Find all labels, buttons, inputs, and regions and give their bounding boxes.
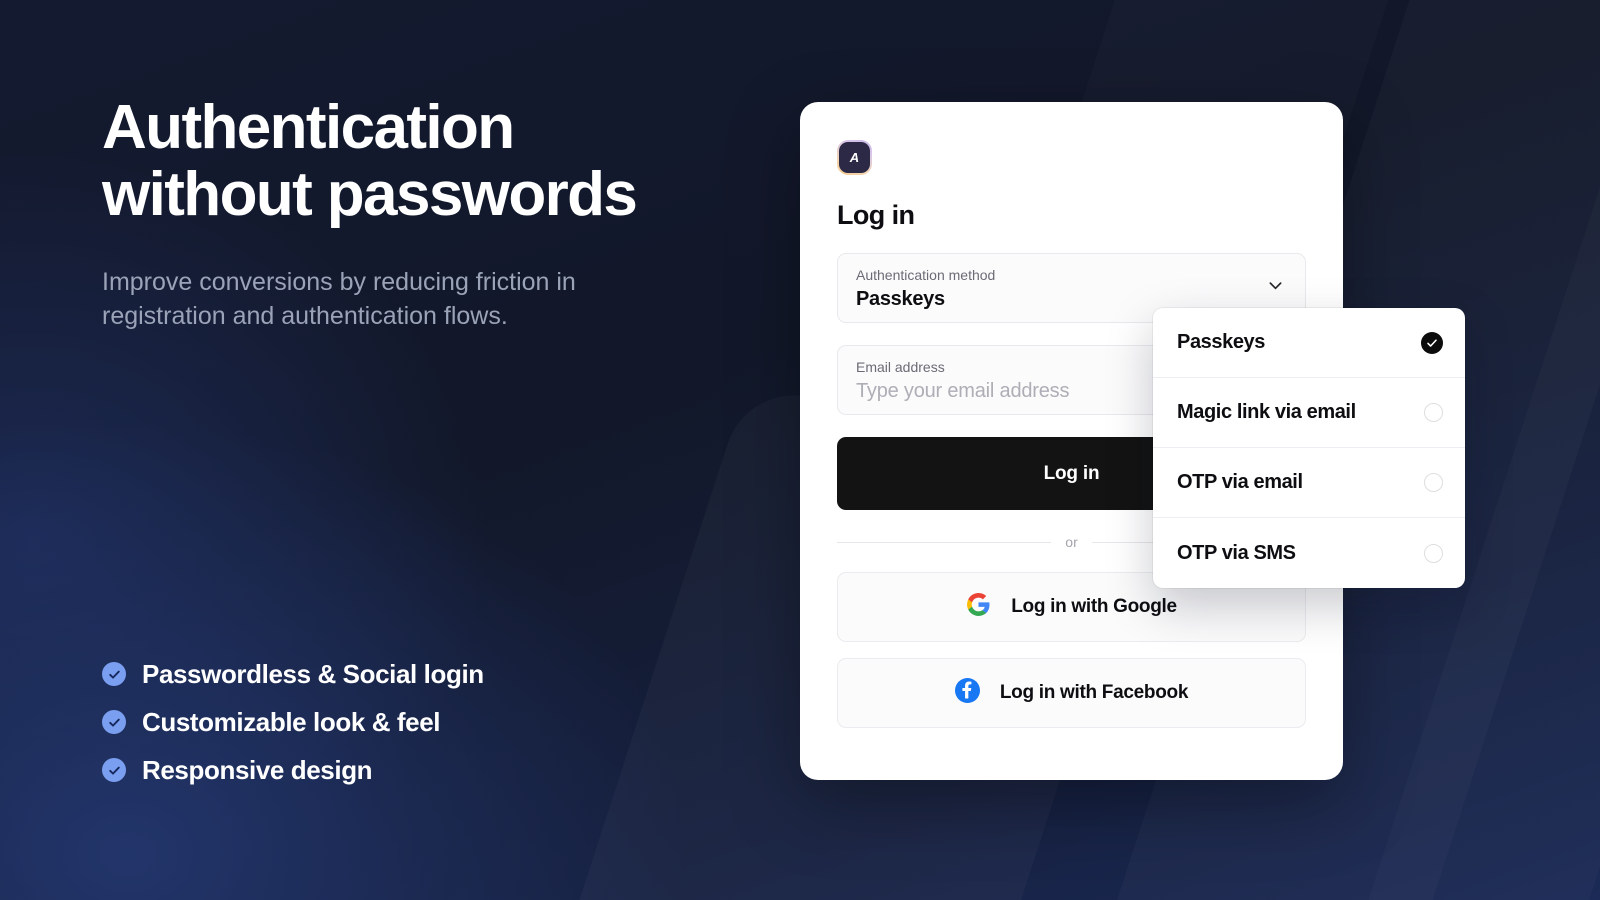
login-with-facebook-button[interactable]: Log in with Facebook [837, 658, 1306, 728]
check-circle-icon [102, 758, 126, 782]
app-logo-letter: A [839, 142, 870, 173]
google-button-label: Log in with Google [1011, 596, 1177, 617]
feature-label: Responsive design [142, 754, 373, 785]
divider-line-left [837, 541, 1052, 543]
dropdown-option-label: Magic link via email [1177, 401, 1356, 423]
dropdown-option-otp-via-sms[interactable]: OTP via SMS [1153, 518, 1465, 588]
card-title: Log in [837, 200, 915, 230]
page-subtitle: Improve conversions by reducing friction… [102, 267, 576, 331]
chevron-down-icon[interactable] [1266, 276, 1285, 300]
auth-method-label: Authentication method [856, 267, 996, 283]
page-title: Authentication without passwords [102, 93, 638, 229]
radio-empty-icon[interactable] [1424, 403, 1443, 422]
app-logo-icon: A [837, 140, 872, 175]
dropdown-option-passkeys[interactable]: Passkeys [1153, 308, 1465, 378]
auth-method-dropdown: Passkeys Magic link via email OTP via em… [1153, 308, 1465, 588]
list-item: Passwordless & Social login [102, 650, 484, 698]
feature-list: Passwordless & Social login Customizable… [102, 650, 484, 794]
check-circle-icon [102, 710, 126, 734]
google-icon [966, 592, 991, 622]
dropdown-option-label: OTP via email [1177, 471, 1303, 493]
list-item: Customizable look & feel [102, 698, 484, 746]
dropdown-option-label: OTP via SMS [1177, 541, 1296, 564]
feature-label: Passwordless & Social login [142, 658, 484, 689]
dropdown-option-otp-via-email[interactable]: OTP via email [1153, 448, 1465, 518]
facebook-button-label: Log in with Facebook [999, 682, 1189, 703]
dropdown-option-label: Passkeys [1177, 331, 1266, 353]
check-circle-filled-icon[interactable] [1421, 331, 1443, 354]
feature-label: Customizable look & feel [142, 706, 441, 737]
list-item: Responsive design [102, 746, 484, 794]
facebook-icon [954, 678, 980, 708]
radio-empty-icon[interactable] [1424, 473, 1443, 492]
hero-section: Authentication without passwords Improve… [102, 93, 742, 334]
divider-label: or [1065, 534, 1078, 550]
check-circle-icon [102, 662, 126, 686]
dropdown-option-magic-link-via-email[interactable]: Magic link via email [1153, 378, 1465, 448]
radio-empty-icon[interactable] [1424, 543, 1443, 563]
